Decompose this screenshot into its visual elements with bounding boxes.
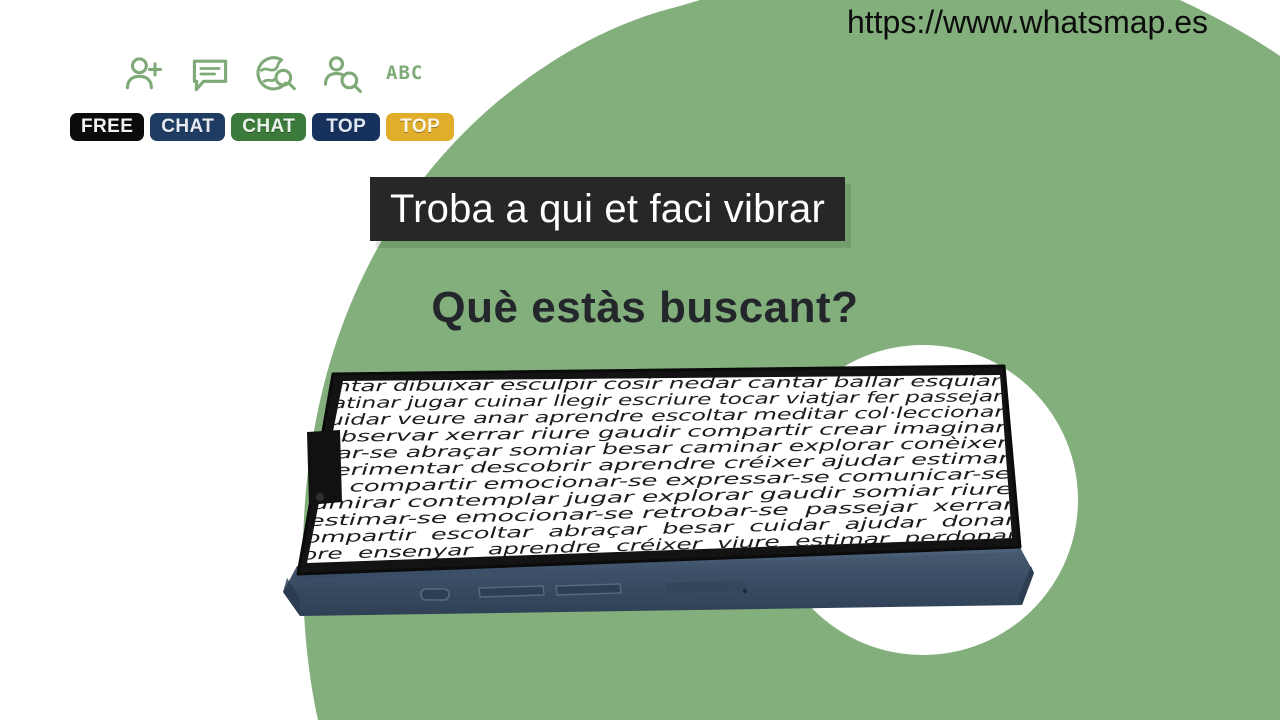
headline-text: Troba a qui et faci vibrar — [390, 186, 826, 231]
badge-row: FREE CHAT CHAT TOP TOP — [70, 113, 455, 141]
phone-notch — [307, 430, 342, 505]
chat-bubble-icon[interactable] — [188, 52, 232, 96]
phone-mockup: ntar dibuixar esculpir cosir nedar canta… — [283, 364, 1034, 616]
phone-bottom-ports — [420, 580, 748, 601]
promo-banner-stage: https://www.whatsmap.es ABC FREE CHAT CH… — [0, 0, 1280, 720]
white-circle-accent — [768, 345, 1078, 655]
headline-banner: Troba a qui et faci vibrar — [370, 177, 846, 241]
person-add-icon[interactable] — [122, 52, 166, 96]
badge-top-blue[interactable]: TOP — [312, 113, 381, 141]
badge-chat-green[interactable]: CHAT — [231, 113, 307, 141]
globe-search-icon[interactable] — [254, 52, 298, 96]
person-search-icon[interactable] — [320, 52, 364, 96]
badge-free[interactable]: FREE — [70, 113, 145, 141]
abc-text-mark: ABC — [386, 62, 424, 84]
site-url[interactable]: https://www.whatsmap.es — [847, 4, 1208, 41]
phone-camera-dot — [315, 492, 325, 502]
feature-icon-row — [122, 52, 364, 96]
subheadline-text: Què estàs buscant? — [431, 283, 859, 332]
badge-top-gold[interactable]: TOP — [386, 113, 455, 141]
green-background-shape — [302, 0, 1280, 720]
badge-chat-blue[interactable]: CHAT — [150, 113, 226, 141]
